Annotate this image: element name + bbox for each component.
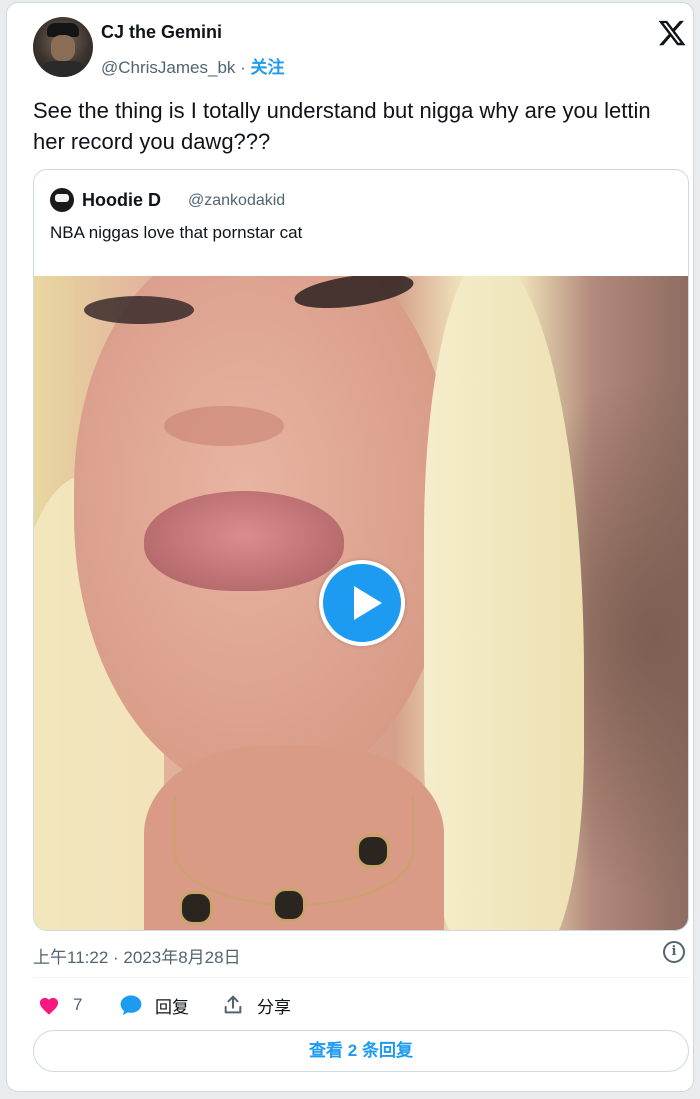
heart-icon <box>37 993 61 1017</box>
tweet-card: CJ the Gemini @ChrisJames_bk · 关注 See th… <box>6 2 694 1092</box>
share-label: 分享 <box>257 997 291 1017</box>
share-button[interactable]: 分享 <box>221 993 291 1017</box>
author-handle[interactable]: @ChrisJames_bk <box>101 58 235 77</box>
author-avatar[interactable] <box>33 17 93 77</box>
reply-button[interactable]: 回复 <box>119 993 189 1017</box>
quoted-tweet[interactable]: Hoodie D @zankodakid NBA niggas love tha… <box>33 169 689 931</box>
reply-label: 回复 <box>155 997 189 1017</box>
quoted-author-avatar[interactable] <box>50 188 74 212</box>
separator-dot: · <box>235 58 251 77</box>
author-name[interactable]: CJ the Gemini <box>101 22 222 43</box>
like-count: 7 <box>73 995 83 1014</box>
follow-button[interactable]: 关注 <box>251 58 285 77</box>
view-replies-button[interactable]: 查看 2 条回复 <box>33 1030 689 1072</box>
info-icon[interactable]: i <box>663 941 685 963</box>
quoted-author-name[interactable]: Hoodie D <box>82 190 161 211</box>
share-upload-icon <box>221 993 245 1017</box>
quoted-tweet-text: NBA niggas love that pornstar cat <box>50 223 303 242</box>
tweet-text: See the thing is I totally understand bu… <box>33 98 651 154</box>
author-handle-row: @ChrisJames_bk · 关注 <box>101 53 285 78</box>
like-button[interactable]: 7 <box>37 993 82 1017</box>
divider <box>33 977 689 978</box>
x-logo-icon[interactable] <box>657 18 687 48</box>
quoted-author-handle[interactable]: @zankodakid <box>188 192 285 210</box>
play-icon[interactable] <box>319 560 405 646</box>
reply-bubble-icon <box>119 993 143 1017</box>
video-thumbnail[interactable] <box>34 276 688 930</box>
tweet-timestamp[interactable]: 上午11:22 · 2023年8月28日 <box>33 943 241 968</box>
